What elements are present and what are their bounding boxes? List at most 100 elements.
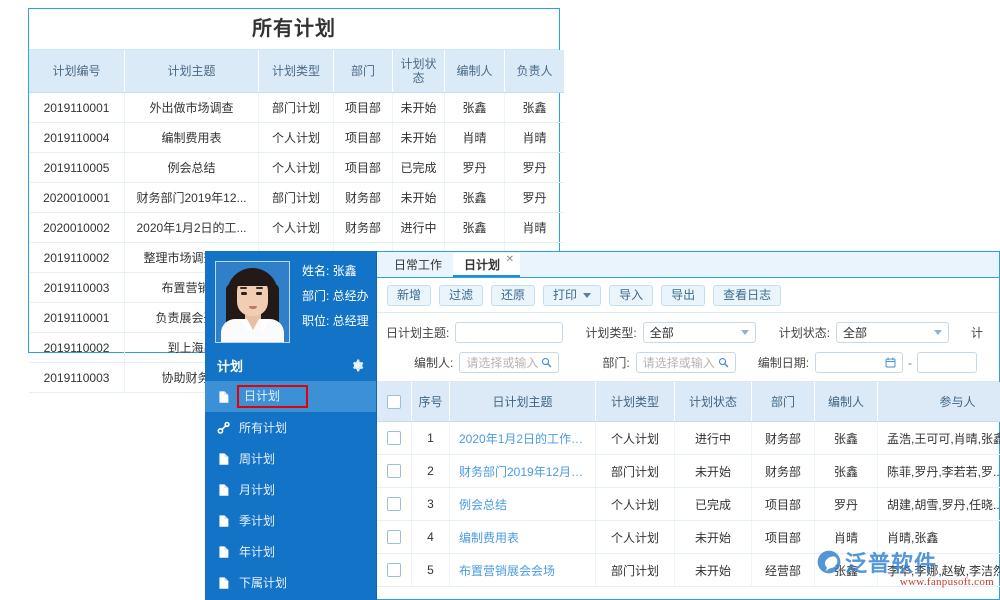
table-row[interactable]: 2财务部门2019年12月的...部门计划未开始财务部张鑫陈菲,罗丹,李若若,罗…: [377, 455, 1000, 488]
grid-cell-participants: 胡建,胡雪,罗丹,任晓...: [878, 488, 1000, 521]
status-filter-select[interactable]: 全部: [836, 322, 949, 343]
all-plans-cell-dept: 财务部: [334, 183, 393, 213]
toolbar-button-6[interactable]: 导出: [661, 285, 705, 306]
grid-cell-no: 1: [412, 422, 450, 455]
all-plans-cell-type: 个人计划: [259, 153, 334, 183]
toolbar-button-3[interactable]: 还原: [491, 285, 535, 306]
daily-plan-application-window: 姓名: 张鑫 部门: 总经办 职位: 总经理 计划 日计划所有计划周计划月计划季…: [205, 251, 1000, 600]
file-icon: [217, 452, 239, 466]
dept-filter-placeholder: 请选择或输入: [643, 354, 715, 371]
all-plans-col-code: 计划编号: [29, 50, 125, 93]
profile-name: 姓名: 张鑫: [302, 265, 369, 278]
grid-cell-subject[interactable]: 财务部门2019年12月的...: [450, 455, 596, 488]
sidebar-group-header: 计划: [205, 350, 376, 381]
sidebar-item-4[interactable]: 月计划: [205, 474, 376, 505]
all-plans-cell-status: 已完成: [393, 153, 445, 183]
tab-2[interactable]: 日计划✕: [453, 253, 520, 277]
grid-cell-no: 3: [412, 488, 450, 521]
table-row[interactable]: 5布置营销展会会场部门计划未开始经营部张鑫李华,李娜,赵敏,李洁然: [377, 554, 1000, 587]
toolbar-button-7[interactable]: 查看日志: [713, 285, 781, 306]
table-row[interactable]: 12020年1月2日的工作日...个人计划进行中财务部张鑫孟浩,王可可,肖晴,张…: [377, 422, 1000, 455]
search-icon[interactable]: [718, 357, 729, 368]
grid-cell-subject[interactable]: 例会总结: [450, 488, 596, 521]
date-range-separator: -: [908, 356, 912, 370]
grid-header-row: 序号 日计划主题 计划类型 计划状态 部门 编制人 参与人: [377, 382, 1000, 422]
table-row[interactable]: 20200100022020年1月2日的工...个人计划财务部进行中张鑫肖晴: [29, 213, 564, 243]
table-row[interactable]: 3例会总结个人计划已完成项目部罗丹胡建,胡雪,罗丹,任晓...: [377, 488, 1000, 521]
grid-cell-author: 罗丹: [815, 488, 878, 521]
grid-cell-type: 个人计划: [596, 521, 675, 554]
filter-panel: 日计划主题: 计划类型: 全部 计划状态: 全部 计 编制人: 请选择或输入: [377, 313, 999, 382]
gear-icon[interactable]: [351, 359, 364, 372]
grid-cell-dept: 财务部: [752, 422, 815, 455]
date-from-input[interactable]: [815, 352, 903, 373]
grid-cell-subject[interactable]: 2020年1月2日的工作日...: [450, 422, 596, 455]
file-icon: [217, 576, 239, 590]
row-select-cell: [377, 422, 412, 455]
grid-cell-dept: 经营部: [752, 554, 815, 587]
table-row[interactable]: 2019110004编制费用表个人计划项目部未开始肖晴肖晴: [29, 123, 564, 153]
all-plans-cell-subject: 财务部门2019年12...: [125, 183, 259, 213]
subject-filter-label: 日计划主题:: [386, 324, 449, 341]
sidebar-item-label: 下属计划: [239, 576, 287, 590]
subject-filter-input[interactable]: [455, 322, 563, 343]
grid-cell-subject[interactable]: 布置营销展会会场: [450, 554, 596, 587]
file-icon: [217, 545, 239, 559]
profile-info: 姓名: 张鑫 部门: 总经办 职位: 总经理: [302, 261, 369, 328]
daily-plan-grid: 序号 日计划主题 计划类型 计划状态 部门 编制人 参与人 12020年1月2日…: [377, 382, 999, 587]
table-row[interactable]: 2020010001财务部门2019年12...部门计划财务部未开始张鑫罗丹: [29, 183, 564, 213]
search-icon[interactable]: [541, 357, 552, 368]
grid-col-participants: 参与人: [878, 382, 1000, 422]
grid-cell-participants: 陈菲,罗丹,李若若,罗...: [878, 455, 1000, 488]
date-to-input[interactable]: [917, 352, 977, 373]
sidebar-item-6[interactable]: 年计划: [205, 536, 376, 567]
chevron-down-icon: [741, 330, 749, 335]
sidebar-item-1[interactable]: 日计划: [205, 381, 376, 412]
user-profile-card: 姓名: 张鑫 部门: 总经办 职位: 总经理: [205, 251, 376, 350]
type-filter-select[interactable]: 全部: [643, 322, 756, 343]
grid-cell-type: 个人计划: [596, 488, 675, 521]
toolbar-button-label: 过滤: [449, 286, 473, 305]
row-checkbox[interactable]: [387, 431, 401, 445]
all-plans-cell-subject: 编制费用表: [125, 123, 259, 153]
table-row[interactable]: 2019110005例会总结个人计划项目部已完成罗丹罗丹: [29, 153, 564, 183]
sidebar-item-5[interactable]: 季计划: [205, 505, 376, 536]
close-icon[interactable]: ✕: [506, 255, 514, 265]
row-select-cell: [377, 455, 412, 488]
grid-cell-type: 部门计划: [596, 554, 675, 587]
toolbar-button-label: 导出: [671, 286, 695, 305]
all-plans-col-status: 计划状态: [393, 50, 445, 93]
row-checkbox[interactable]: [387, 530, 401, 544]
grid-cell-status: 未开始: [675, 455, 752, 488]
grid-col-status: 计划状态: [675, 382, 752, 422]
sidebar-item-3[interactable]: 周计划: [205, 443, 376, 474]
row-checkbox[interactable]: [387, 563, 401, 577]
select-all-checkbox[interactable]: [387, 395, 401, 409]
dept-filter-input[interactable]: 请选择或输入: [636, 352, 736, 373]
toolbar-button-label: 导入: [619, 286, 643, 305]
tab-strip: 日常工作日计划✕: [377, 252, 999, 278]
author-filter-input[interactable]: 请选择或输入: [459, 352, 559, 373]
sidebar-item-label: 年计划: [239, 545, 275, 559]
toolbar-button-label: 新增: [397, 286, 421, 305]
toolbar-button-5[interactable]: 导入: [609, 285, 653, 306]
avatar: [215, 261, 290, 343]
grid-col-dept: 部门: [752, 382, 815, 422]
grid-cell-subject[interactable]: 编制费用表: [450, 521, 596, 554]
calendar-icon[interactable]: [885, 357, 896, 368]
toolbar-button-4[interactable]: 打印: [543, 285, 601, 306]
row-checkbox[interactable]: [387, 497, 401, 511]
all-plans-col-owner: 负责人: [505, 50, 565, 93]
sidebar-item-label: 日计划: [237, 385, 308, 408]
toolbar-button-1[interactable]: 新增: [387, 285, 431, 306]
sidebar-item-7[interactable]: 下属计划: [205, 567, 376, 598]
toolbar-button-2[interactable]: 过滤: [439, 285, 483, 306]
file-icon: [217, 390, 239, 404]
sidebar-item-2[interactable]: 所有计划: [205, 412, 376, 443]
table-row[interactable]: 4编制费用表个人计划未开始项目部肖晴肖晴,张鑫: [377, 521, 1000, 554]
row-checkbox[interactable]: [387, 464, 401, 478]
tab-1[interactable]: 日常工作: [383, 253, 453, 277]
all-plans-cell-owner: 张鑫: [505, 93, 565, 123]
table-row[interactable]: 2019110001外出做市场调查部门计划项目部未开始张鑫张鑫: [29, 93, 564, 123]
author-filter-label: 编制人:: [414, 354, 453, 371]
